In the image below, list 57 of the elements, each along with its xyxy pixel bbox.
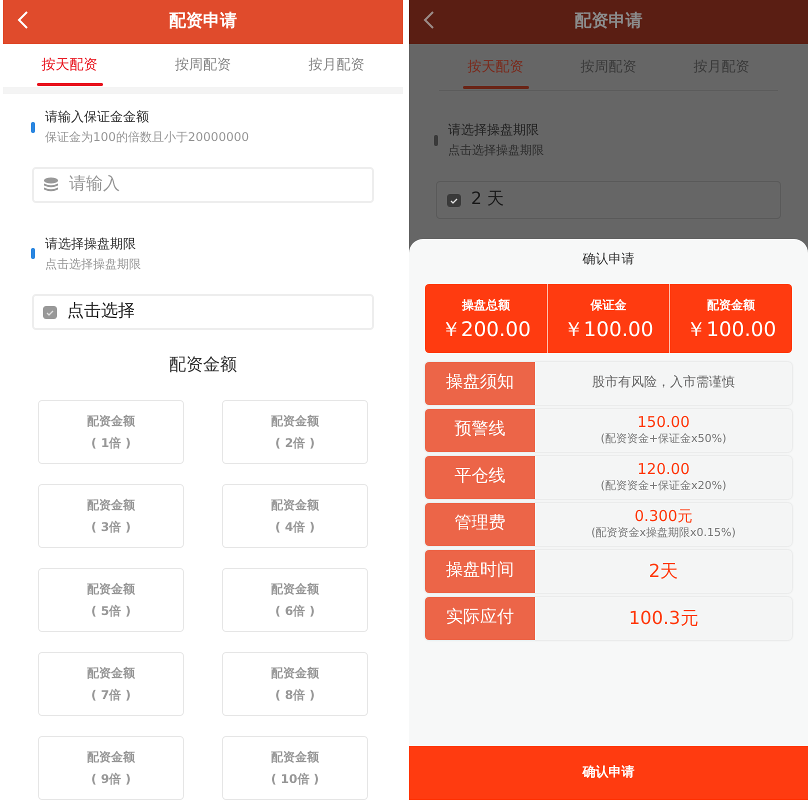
amount-option[interactable]: 配资金额 ( 2倍 ) <box>222 400 368 464</box>
section-label: 请输入保证金金额 <box>45 109 150 128</box>
section-marker <box>31 248 35 260</box>
amount-option[interactable]: 配资金额 ( 3倍 ) <box>38 484 184 548</box>
page-title: 配资申请 <box>574 10 642 34</box>
coins-icon <box>43 176 59 193</box>
page-title: 配资申请 <box>169 10 237 34</box>
detail-value: 100.3元 <box>628 606 698 630</box>
summary-label: 保证金 <box>590 296 626 314</box>
summary-value: ￥200.00 <box>440 316 531 340</box>
deposit-field[interactable]: 请输入 <box>32 166 374 203</box>
section-hint: 点击选择操盘期限 <box>448 142 544 159</box>
tab[interactable]: 按月配资 <box>270 44 403 88</box>
detail-label: 管理费 <box>425 502 535 546</box>
back-icon[interactable] <box>423 10 435 30</box>
detail-note: (配资资金+保证金x20%) <box>600 478 726 494</box>
detail-label: 操盘时间 <box>425 550 535 592</box>
summary-label: 操盘总额 <box>462 296 510 314</box>
amount-option[interactable]: 配资金额 ( 5倍 ) <box>38 568 184 632</box>
amount-option[interactable]: 配资金额 ( 1倍 ) <box>38 400 184 464</box>
summary-value: ￥100.00 <box>564 316 654 340</box>
amount-heading: 配资金额 <box>169 354 237 377</box>
calendar-icon <box>447 193 461 207</box>
period-select[interactable]: 点击选择 <box>32 294 374 330</box>
section-hint: 保证金为100的倍数且小于20000000 <box>45 129 249 146</box>
detail-label: 操盘须知 <box>425 362 535 404</box>
detail-note: (配资资金x操盘期限x0.15%) <box>591 525 736 541</box>
section-marker <box>31 122 35 133</box>
sheet-title: 确认申请 <box>582 251 634 269</box>
detail-label: 平仓线 <box>425 456 535 498</box>
deposit-input[interactable]: 请输入 <box>69 172 363 198</box>
section-hint: 点击选择操盘期限 <box>45 256 141 273</box>
section-label: 请选择操盘期限 <box>45 236 137 254</box>
amount-option[interactable]: 配资金额 ( 9倍 ) <box>38 736 184 800</box>
section-label: 请选择操盘期限 <box>448 122 540 140</box>
detail-value: 150.00 <box>637 413 690 431</box>
detail-label: 实际应付 <box>425 596 535 640</box>
section-marker <box>434 134 438 146</box>
amount-option[interactable]: 配资金额 ( 10倍 ) <box>222 736 368 800</box>
amount-option[interactable]: 配资金额 ( 8倍 ) <box>222 652 368 716</box>
summary-value: ￥100.00 <box>686 316 776 340</box>
detail-label: 预警线 <box>425 408 535 452</box>
confirm-button[interactable]: 确认申请 <box>409 746 808 800</box>
tab[interactable]: 按周配资 <box>136 44 270 88</box>
detail-value: 2天 <box>648 560 678 584</box>
tab[interactable]: 按天配资 <box>3 44 136 88</box>
detail-value: 股市有风险，入市需谨慎 <box>592 374 735 392</box>
detail-value: 120.00 <box>637 460 690 478</box>
detail-value: 0.300元 <box>634 507 692 525</box>
detail-note: (配资资金+保证金x50%) <box>600 431 726 447</box>
tab[interactable]: 按天配资 <box>439 44 552 90</box>
amount-option[interactable]: 配资金额 ( 4倍 ) <box>222 484 368 548</box>
summary-label: 配资金额 <box>707 296 756 314</box>
calendar-icon <box>43 304 57 318</box>
period-select[interactable]: 2 天 <box>436 181 781 219</box>
amount-option[interactable]: 配资金额 ( 6倍 ) <box>222 568 368 632</box>
amount-option[interactable]: 配资金额 ( 7倍 ) <box>38 652 184 716</box>
